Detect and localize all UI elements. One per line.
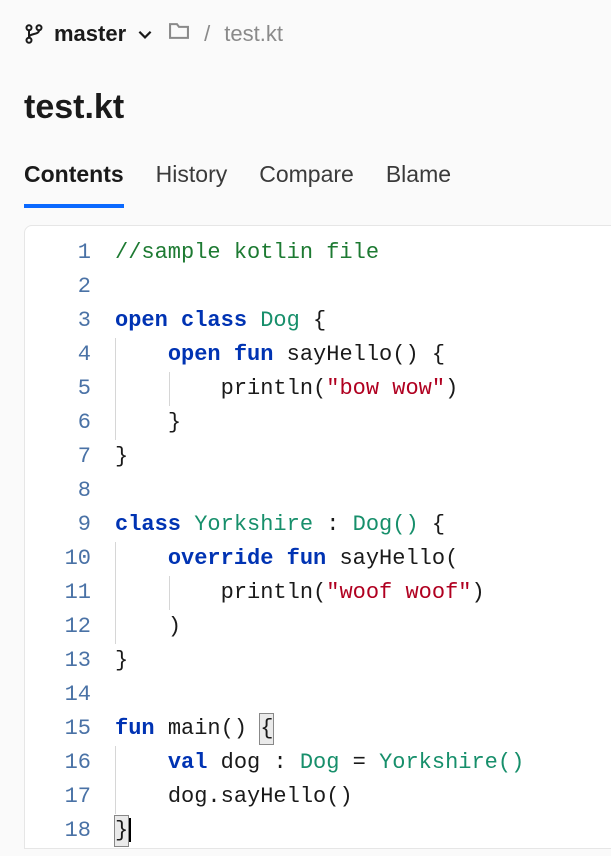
code-line: 3 open class Dog { [25, 304, 611, 338]
line-number: 16 [25, 746, 115, 780]
code-line: 11 println("woof woof") [25, 576, 611, 610]
breadcrumb-file[interactable]: test.kt [224, 21, 283, 47]
code-line: 1 //sample kotlin file [25, 236, 611, 270]
code-line: 5 println("bow wow") [25, 372, 611, 406]
line-number: 12 [25, 610, 115, 644]
breadcrumb-separator: / [204, 21, 210, 47]
tab-contents[interactable]: Contents [24, 161, 124, 208]
line-content [115, 678, 611, 712]
line-number: 4 [25, 338, 115, 372]
code-line: 13 } [25, 644, 611, 678]
line-content: } [115, 644, 611, 678]
line-number: 17 [25, 780, 115, 814]
line-number: 8 [25, 474, 115, 508]
line-content: } [115, 406, 611, 440]
line-content: //sample kotlin file [115, 236, 611, 270]
line-content: } [115, 440, 611, 474]
line-number: 14 [25, 678, 115, 712]
page-title: test.kt [24, 88, 587, 127]
breadcrumb-row: master / test.kt [24, 20, 587, 48]
code-line: 12 ) [25, 610, 611, 644]
line-number: 6 [25, 406, 115, 440]
code-line: 8 [25, 474, 611, 508]
code-line: 18 } [25, 814, 611, 848]
line-number: 15 [25, 712, 115, 746]
chevron-down-icon [136, 25, 154, 43]
code-line: 10 override fun sayHello( [25, 542, 611, 576]
line-content: open class Dog { [115, 304, 611, 338]
line-content: ) [115, 610, 611, 644]
bracket-match: { [260, 714, 273, 744]
line-number: 13 [25, 644, 115, 678]
code-line: 15 fun main() { [25, 712, 611, 746]
code-line: 16 val dog : Dog = Yorkshire() [25, 746, 611, 780]
line-number: 3 [25, 304, 115, 338]
breadcrumb: / test.kt [168, 20, 283, 48]
branch-selector[interactable]: master [24, 21, 154, 47]
line-number: 11 [25, 576, 115, 610]
bracket-match: } [115, 816, 128, 846]
line-content: println("bow wow") [115, 372, 611, 406]
code-line: 9 class Yorkshire : Dog() { [25, 508, 611, 542]
tab-compare[interactable]: Compare [259, 161, 354, 208]
code-line: 17 dog.sayHello() [25, 780, 611, 814]
line-number: 2 [25, 270, 115, 304]
text-cursor [129, 818, 131, 842]
line-content [115, 474, 611, 508]
code-line: 2 [25, 270, 611, 304]
line-content: println("woof woof") [115, 576, 611, 610]
line-number: 18 [25, 814, 115, 848]
tab-history[interactable]: History [156, 161, 228, 208]
code-line: 6 } [25, 406, 611, 440]
line-content: open fun sayHello() { [115, 338, 611, 372]
folder-icon [168, 20, 190, 48]
line-number: 9 [25, 508, 115, 542]
line-number: 5 [25, 372, 115, 406]
line-content: dog.sayHello() [115, 780, 611, 814]
line-number: 1 [25, 236, 115, 270]
branch-name: master [54, 21, 126, 47]
line-number: 10 [25, 542, 115, 576]
line-content: val dog : Dog = Yorkshire() [115, 746, 611, 780]
line-content [115, 270, 611, 304]
line-number: 7 [25, 440, 115, 474]
tab-blame[interactable]: Blame [386, 161, 451, 208]
git-branch-icon [24, 22, 44, 46]
code-line: 7 } [25, 440, 611, 474]
code-line: 14 [25, 678, 611, 712]
tabs: Contents History Compare Blame [24, 161, 587, 209]
code-line: 4 open fun sayHello() { [25, 338, 611, 372]
line-content: override fun sayHello( [115, 542, 611, 576]
code-viewer[interactable]: 1 //sample kotlin file 2 3 open class Do… [24, 225, 611, 849]
line-content: } [115, 814, 611, 848]
line-content: class Yorkshire : Dog() { [115, 508, 611, 542]
line-content: fun main() { [115, 712, 611, 746]
